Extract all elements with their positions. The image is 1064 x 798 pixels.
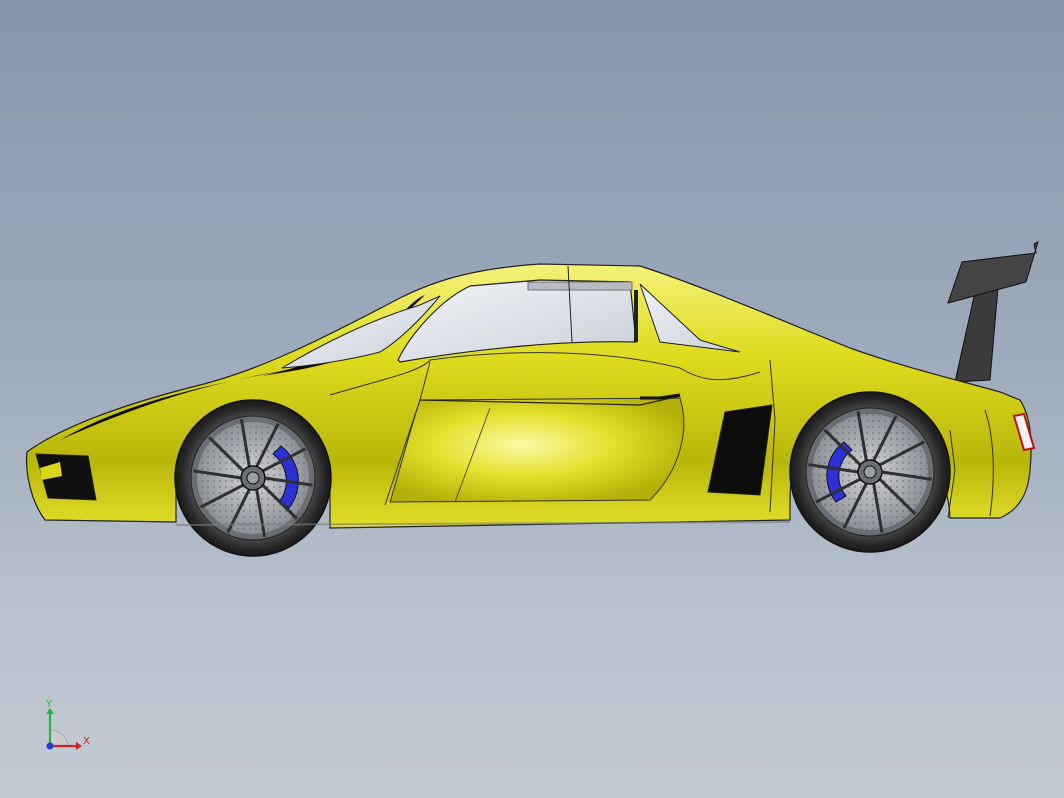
reference-triad: X Y	[36, 696, 106, 758]
triad-y-label: Y	[46, 699, 53, 710]
triad-x-label: X	[83, 736, 90, 747]
rear-wing	[947, 241, 1039, 383]
triad-z-axis	[46, 742, 54, 750]
rear-wheel	[789, 391, 951, 553]
3d-viewport[interactable]: X Y	[0, 0, 1064, 798]
triad-xy-plane	[49, 729, 69, 747]
car-model[interactable]	[0, 0, 1064, 798]
front-wheel	[174, 399, 332, 557]
